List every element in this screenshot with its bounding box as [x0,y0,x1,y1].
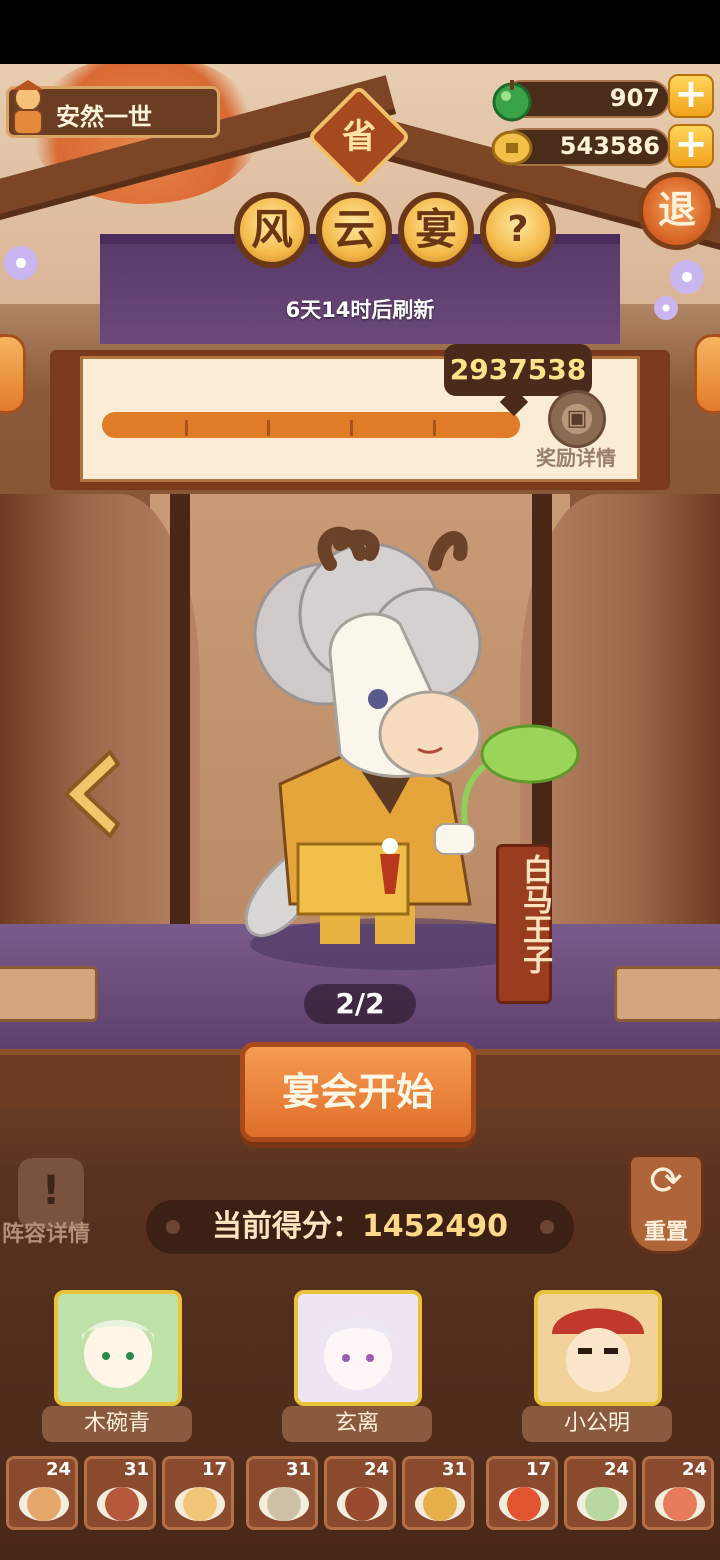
reward-details-label[interactable]: 奖励详情 [536,442,616,471]
flower-icon [670,260,704,294]
dish-icon [655,1487,705,1521]
total-score-bubble: 2937538 [444,344,592,396]
province-badge-label: 省 [342,117,376,157]
dish-slot[interactable]: 24 [642,1456,714,1530]
copper-coin-icon [491,130,533,166]
hero-name: 小公明 [522,1406,672,1442]
title-char-yun: 云 [316,192,392,268]
player-avatar[interactable] [4,78,52,140]
hero-card[interactable] [54,1290,182,1406]
dish-icon [259,1487,309,1521]
bench-right [614,966,720,1022]
dish-icon [337,1487,387,1521]
reset-label[interactable]: 重置 [628,1214,704,1246]
dish-count: 31 [285,1459,311,1480]
hero-name: 木碗青 [42,1406,192,1442]
lantern-right [694,334,720,414]
help-button[interactable]: ? [480,192,556,268]
progress-fill [102,412,520,438]
exit-button[interactable]: 退 [638,172,716,250]
dish-slot[interactable]: 17 [162,1456,234,1530]
character-page-indicator: 2/2 [304,984,416,1024]
dish-count: 17 [525,1459,551,1480]
current-score-value: 1452490 [361,1209,509,1244]
status-bar [0,0,720,64]
dish-icon [19,1487,69,1521]
dish-slot[interactable]: 24 [6,1456,78,1530]
current-score-label: 当前得分： [211,1209,362,1244]
start-banquet-button[interactable]: 宴会开始 [240,1042,476,1142]
progress-tick [267,420,270,436]
dish-icon [175,1487,225,1521]
flower-icon [4,246,38,280]
hero-name: 玄离 [282,1406,432,1442]
dish-slot[interactable]: 24 [324,1456,396,1530]
add-coins-button[interactable]: + [668,124,714,168]
dish-count: 24 [363,1459,389,1480]
dish-count: 24 [45,1459,71,1480]
reward-chest-icon[interactable]: ▣ [548,390,606,448]
progress-tick [185,420,188,436]
title-char-yan: 宴 [398,192,474,268]
player-name: 安然一世 [56,103,152,131]
progress-tick [433,420,436,436]
dish-icon [415,1487,465,1521]
hero-portrait [58,1294,178,1402]
hero-portrait [538,1294,658,1402]
dish-slot[interactable]: 31 [84,1456,156,1530]
lineup-details-label[interactable]: 阵容详情 [2,1216,90,1248]
add-jade-button[interactable]: + [668,74,714,118]
title-char-feng: 风 [234,192,310,268]
hero-card[interactable] [294,1290,422,1406]
dish-row: 24 31 17 31 24 31 17 24 24 [0,1456,720,1536]
game-scene: 安然一世 907 + 543586 + 退 省 风 云 宴 ? 6天14时后刷新… [0,64,720,1560]
dish-count: 24 [603,1459,629,1480]
current-score-text: 当前得分：1452490 [146,1200,574,1254]
dish-count: 31 [123,1459,149,1480]
refresh-icon: ⟳ [649,1158,683,1204]
dish-icon [577,1487,627,1521]
progress-tick [350,420,353,436]
dish-count: 31 [441,1459,467,1480]
dish-slot[interactable]: 31 [246,1456,318,1530]
dish-count: 24 [681,1459,707,1480]
refresh-countdown: 6天14时后刷新 [285,298,435,322]
dish-slot[interactable]: 17 [486,1456,558,1530]
dish-icon [97,1487,147,1521]
dish-icon [499,1487,549,1521]
jade-amount: 907 [609,84,660,112]
dish-count: 17 [201,1459,227,1480]
coin-amount: 543586 [559,132,660,160]
dish-slot[interactable]: 24 [564,1456,636,1530]
dish-slot[interactable]: 31 [402,1456,474,1530]
bench-left [0,966,98,1022]
hero-card[interactable] [534,1290,662,1406]
lantern-left [0,334,26,414]
character-name: 白马王子 [517,854,552,974]
hero-portrait [298,1294,418,1402]
previous-character-arrow-icon[interactable] [52,744,122,844]
green-jade-icon [492,80,532,122]
pillar-left [170,494,190,994]
